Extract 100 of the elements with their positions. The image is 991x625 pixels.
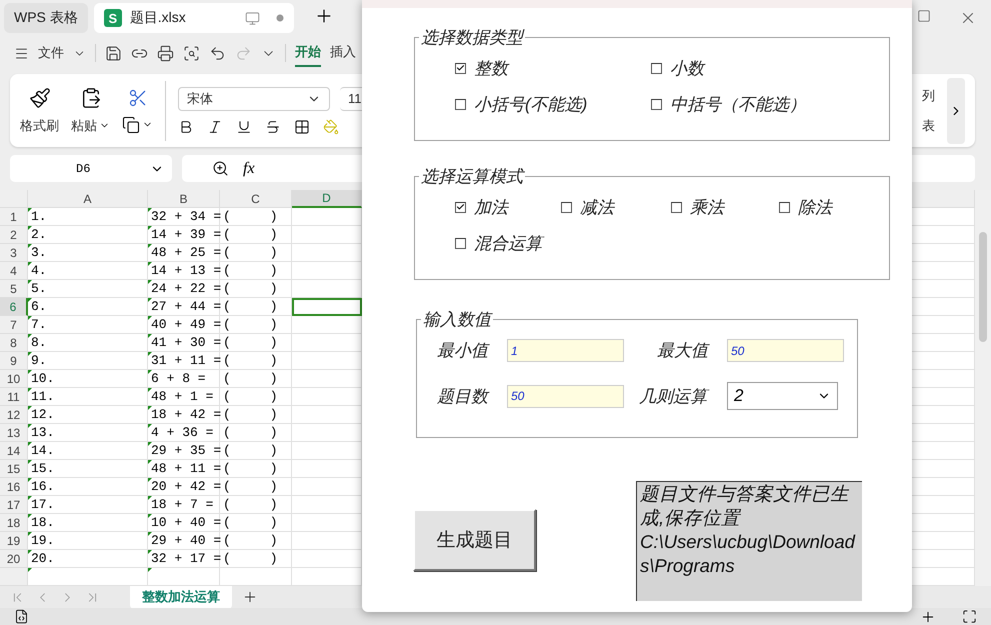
row-header[interactable]: 2 (0, 226, 28, 244)
row-header[interactable]: 20 (0, 550, 28, 568)
format-painter-icon[interactable] (28, 86, 50, 108)
paste-label[interactable]: 粘贴 (71, 116, 97, 134)
maximize-icon[interactable] (917, 9, 931, 23)
checkbox[interactable] (455, 62, 466, 74)
font-select[interactable]: 宋体 (178, 86, 330, 110)
print-icon[interactable] (157, 44, 174, 62)
function-label[interactable]: fx (243, 160, 255, 178)
ribbon-label[interactable]: 列 (922, 86, 935, 104)
row-header[interactable]: 5 (0, 280, 28, 298)
number-input-field[interactable]: 50 (507, 384, 624, 408)
column-header[interactable]: D (292, 190, 362, 208)
undo-icon[interactable] (209, 44, 226, 62)
row-header[interactable]: 13 (0, 424, 28, 442)
sheet-tab[interactable]: 整数加法运算 (130, 585, 232, 609)
table-cell: 48 + 1 = (148, 388, 220, 406)
group-title: 输入数值 (422, 309, 493, 331)
option-checkbox[interactable]: 加法 (455, 196, 561, 218)
option-checkbox[interactable]: 小括号(不能选) (455, 93, 651, 115)
checkbox[interactable] (651, 62, 662, 74)
row-header[interactable]: 15 (0, 460, 28, 478)
print-preview-icon[interactable] (183, 44, 200, 62)
row-header[interactable]: 8 (0, 334, 28, 352)
option-checkbox[interactable]: 乘法 (671, 196, 779, 218)
app-tab[interactable]: WPS 表格 (4, 3, 88, 33)
row-header[interactable]: 17 (0, 496, 28, 514)
row-header[interactable]: 3 (0, 244, 28, 262)
underline-icon[interactable] (236, 118, 252, 134)
dot-icon (276, 14, 284, 22)
scissors-icon[interactable] (128, 88, 148, 108)
checkbox[interactable] (671, 202, 682, 212)
row-header[interactable]: 18 (0, 514, 28, 532)
row-header[interactable]: 10 (0, 370, 28, 388)
row-header[interactable]: 9 (0, 352, 28, 370)
zoom-icon[interactable] (212, 160, 229, 177)
row-header[interactable]: 11 (0, 388, 28, 406)
row-header[interactable]: 19 (0, 532, 28, 550)
fullscreen-icon[interactable] (962, 608, 977, 624)
field-label: 几则运算 (639, 384, 727, 408)
row-header[interactable]: 1 (0, 208, 28, 226)
strikethrough-icon[interactable] (265, 118, 281, 134)
row-header[interactable]: 6 (0, 298, 28, 316)
fill-color-icon[interactable] (323, 118, 339, 134)
table-cell: ( ) (220, 496, 292, 514)
number-input-field[interactable]: 1 (507, 339, 624, 362)
column-header[interactable]: B (148, 190, 220, 208)
format-painter-label[interactable]: 格式刷 (20, 116, 59, 134)
option-checkbox[interactable]: 除法 (779, 196, 879, 218)
monitor-icon[interactable] (244, 10, 260, 26)
checkbox[interactable] (561, 202, 572, 212)
borders-icon[interactable] (294, 118, 310, 134)
option-checkbox[interactable]: 整数 (455, 57, 651, 79)
generate-button[interactable]: 生成题目 (413, 509, 536, 571)
column-header[interactable]: A (28, 190, 148, 208)
checkbox[interactable] (779, 202, 790, 212)
row-header[interactable]: 14 (0, 442, 28, 460)
row-header[interactable]: 16 (0, 478, 28, 496)
table-cell: ( ) (220, 226, 292, 244)
checkbox[interactable] (455, 238, 466, 248)
column-header[interactable]: C (220, 190, 292, 208)
ribbon-tab[interactable]: 开始 (295, 39, 321, 67)
table-cell: ( ) (220, 388, 292, 406)
table-cell: ( ) (220, 352, 292, 370)
selected-cell[interactable] (292, 298, 362, 316)
table-cell: ( ) (220, 406, 292, 424)
number-input-field[interactable]: 50 (727, 339, 844, 362)
ribbon-tab[interactable]: 插入 (330, 39, 356, 67)
option-checkbox[interactable]: 减法 (561, 196, 671, 218)
menu-icon[interactable] (14, 46, 29, 60)
option-checkbox[interactable]: 中括号（不能选） (651, 93, 847, 115)
row-header[interactable]: 12 (0, 406, 28, 424)
table-cell: ( ) (220, 244, 292, 262)
macro-icon[interactable] (14, 609, 29, 624)
table-cell: ( ) (220, 298, 292, 316)
field-label: 最小值 (437, 340, 491, 362)
italic-icon[interactable] (207, 118, 223, 134)
checkbox[interactable] (455, 202, 466, 212)
option-checkbox[interactable]: 小数 (651, 57, 847, 79)
scrollbar-thumb[interactable] (979, 232, 987, 342)
checkbox[interactable] (455, 98, 466, 110)
row-header[interactable]: 4 (0, 262, 28, 280)
operation-count-select[interactable]: 2 (727, 382, 838, 410)
table-cell: ( ) (220, 370, 292, 388)
checkbox[interactable] (651, 98, 662, 110)
table-cell: 13. (28, 424, 148, 442)
app-tab[interactable]: S 题目.xlsx (94, 3, 294, 33)
name-box[interactable]: D6 (10, 155, 172, 182)
file-menu[interactable]: 文件 (38, 44, 64, 62)
option-checkbox[interactable]: 混合运算 (455, 232, 561, 254)
ribbon-label[interactable]: 表 (922, 116, 935, 134)
copy-icon[interactable] (122, 116, 140, 134)
save-icon[interactable] (105, 44, 122, 62)
add-sheet-icon[interactable] (242, 589, 258, 605)
group-title: 选择数据类型 (420, 27, 525, 49)
table-cell: 24 + 22 = (148, 280, 220, 298)
table-cell: 31 + 11 = (148, 352, 220, 370)
vertical-scrollbar[interactable] (975, 190, 991, 586)
table-cell: 18 + 42 = (148, 406, 220, 424)
row-header[interactable]: 7 (0, 316, 28, 334)
